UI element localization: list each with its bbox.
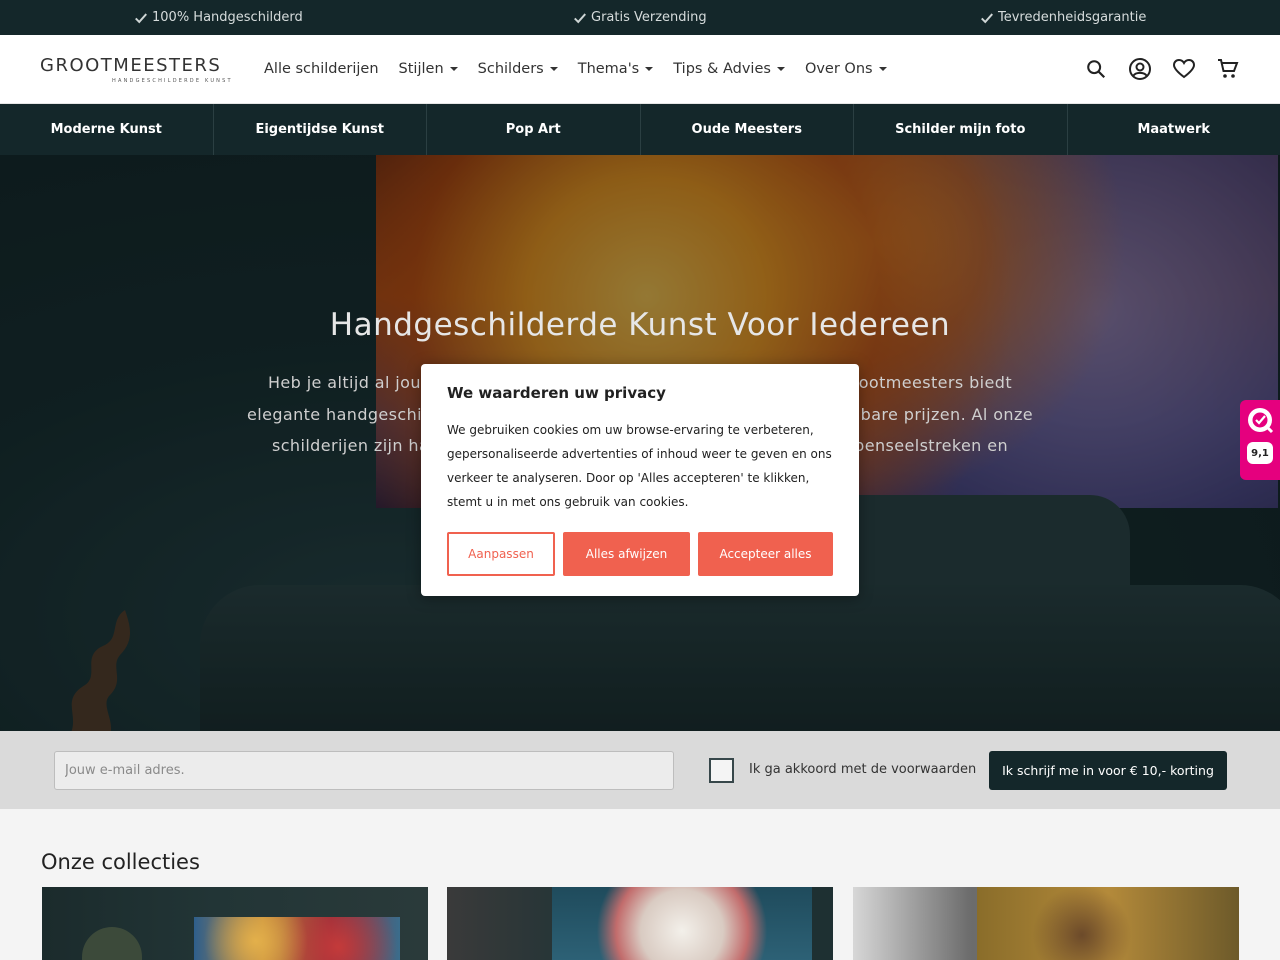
usp-label: 100% Handgeschilderd [152,10,303,25]
usp-item-shipping: Gratis Verzending [573,0,707,35]
email-input[interactable] [54,751,674,790]
caret-down-icon [549,67,558,71]
search-icon[interactable] [1084,57,1108,81]
collection-art-image [552,887,812,960]
terms-checkbox[interactable] [709,758,734,783]
caret-down-icon [449,67,458,71]
category-bar: Moderne Kunst Eigentijdse Kunst Pop Art … [0,104,1280,155]
subscribe-button[interactable]: Ik schrijf me in voor € 10,- korting [989,751,1227,790]
site-header: GROOTMEESTERS HANDGESCHILDERDE KUNST All… [0,35,1280,104]
nav-label: Stijlen [398,61,444,77]
collection-plant-image [82,927,142,960]
cookie-title: We waarderen uw privacy [447,384,666,402]
logo-subtitle: HANDGESCHILDERDE KUNST [112,78,233,84]
nav-about[interactable]: Over Ons [805,61,887,77]
hero-text-line: schilderijen zijn ha [272,436,430,455]
caret-down-icon [776,67,785,71]
cart-icon[interactable] [1216,57,1240,81]
nav-label: Over Ons [804,61,873,77]
check-icon [135,12,147,23]
main-nav: Alle schilderijen Stijlen Schilders Them… [264,35,887,103]
usp-label: Gratis Verzending [591,10,707,25]
category-modern-art[interactable]: Moderne Kunst [0,104,214,155]
nav-label: Schilders [477,61,544,77]
category-contemporary-art[interactable]: Eigentijdse Kunst [214,104,427,155]
caret-down-icon [878,67,887,71]
category-custom[interactable]: Maatwerk [1068,104,1280,155]
cookie-consent-dialog: We waarderen uw privacy We gebruiken coo… [421,364,859,596]
hero-text-line: taalbare prijzen. Al onze [828,404,1033,424]
category-old-masters[interactable]: Oude Meesters [641,104,854,155]
usp-item-handpainted: 100% Handgeschilderd [134,0,303,35]
cookie-customize-button[interactable]: Aanpassen [447,532,555,576]
heart-icon[interactable] [1172,57,1196,81]
account-icon[interactable] [1128,57,1152,81]
hero-text-line: elegante handgeschilde [247,404,448,424]
nav-label: Thema's [577,61,640,77]
nav-label: Alle schilderijen [264,61,379,77]
cookie-text: We gebruiken cookies om uw browse-ervari… [447,423,832,509]
nav-styles[interactable]: Stijlen [399,61,458,77]
review-logo-icon [1248,408,1274,434]
collections-title: Onze collecties [41,850,200,874]
collection-card[interactable] [853,887,1239,960]
nav-label: Tips & Advies [673,61,771,77]
check-icon [981,12,993,23]
usp-label: Tevredenheidsgarantie [998,10,1147,25]
newsletter-bar: Ik ga akkoord met de voorwaarden Ik schr… [0,731,1280,809]
collection-card[interactable] [447,887,833,960]
caret-down-icon [645,67,654,71]
nav-themes[interactable]: Thema's [578,61,654,77]
hero-text-line: Heb je altijd al jouw [268,373,435,392]
hero-text-line: Grootmeesters biedt [839,373,1012,392]
nav-painters[interactable]: Schilders [478,61,558,77]
collection-card[interactable] [42,887,428,960]
site-logo[interactable]: GROOTMEESTERS HANDGESCHILDERDE KUNST [40,53,240,87]
cookie-reject-button[interactable]: Alles afwijzen [563,532,690,576]
category-paint-my-photo[interactable]: Schilder mijn foto [854,104,1068,155]
hero-text-line: penseelstreken en [854,436,1008,455]
category-pop-art[interactable]: Pop Art [427,104,641,155]
nav-all-paintings[interactable]: Alle schilderijen [264,61,379,77]
review-score: 9,1 [1247,442,1273,464]
usp-item-guarantee: Tevredenheidsgarantie [980,0,1146,35]
collection-art-image [194,917,400,960]
cookie-buttons: Aanpassen Alles afwijzen Accepteer alles [447,532,833,576]
check-icon [574,12,586,23]
nav-tips[interactable]: Tips & Advies [673,61,785,77]
hero-title: Handgeschilderde Kunst Voor Iedereen [329,307,951,343]
terms-checkbox-label: Ik ga akkoord met de voorwaarden [749,762,977,777]
header-icons [1084,35,1240,103]
usp-bar: 100% Handgeschilderd Gratis Verzending T… [0,0,1280,35]
cookie-accept-button[interactable]: Accepteer alles [698,532,833,576]
review-badge[interactable]: 9,1 [1240,400,1280,480]
logo-text: GROOTMEESTERS [40,55,222,76]
collection-art-image [977,887,1239,960]
